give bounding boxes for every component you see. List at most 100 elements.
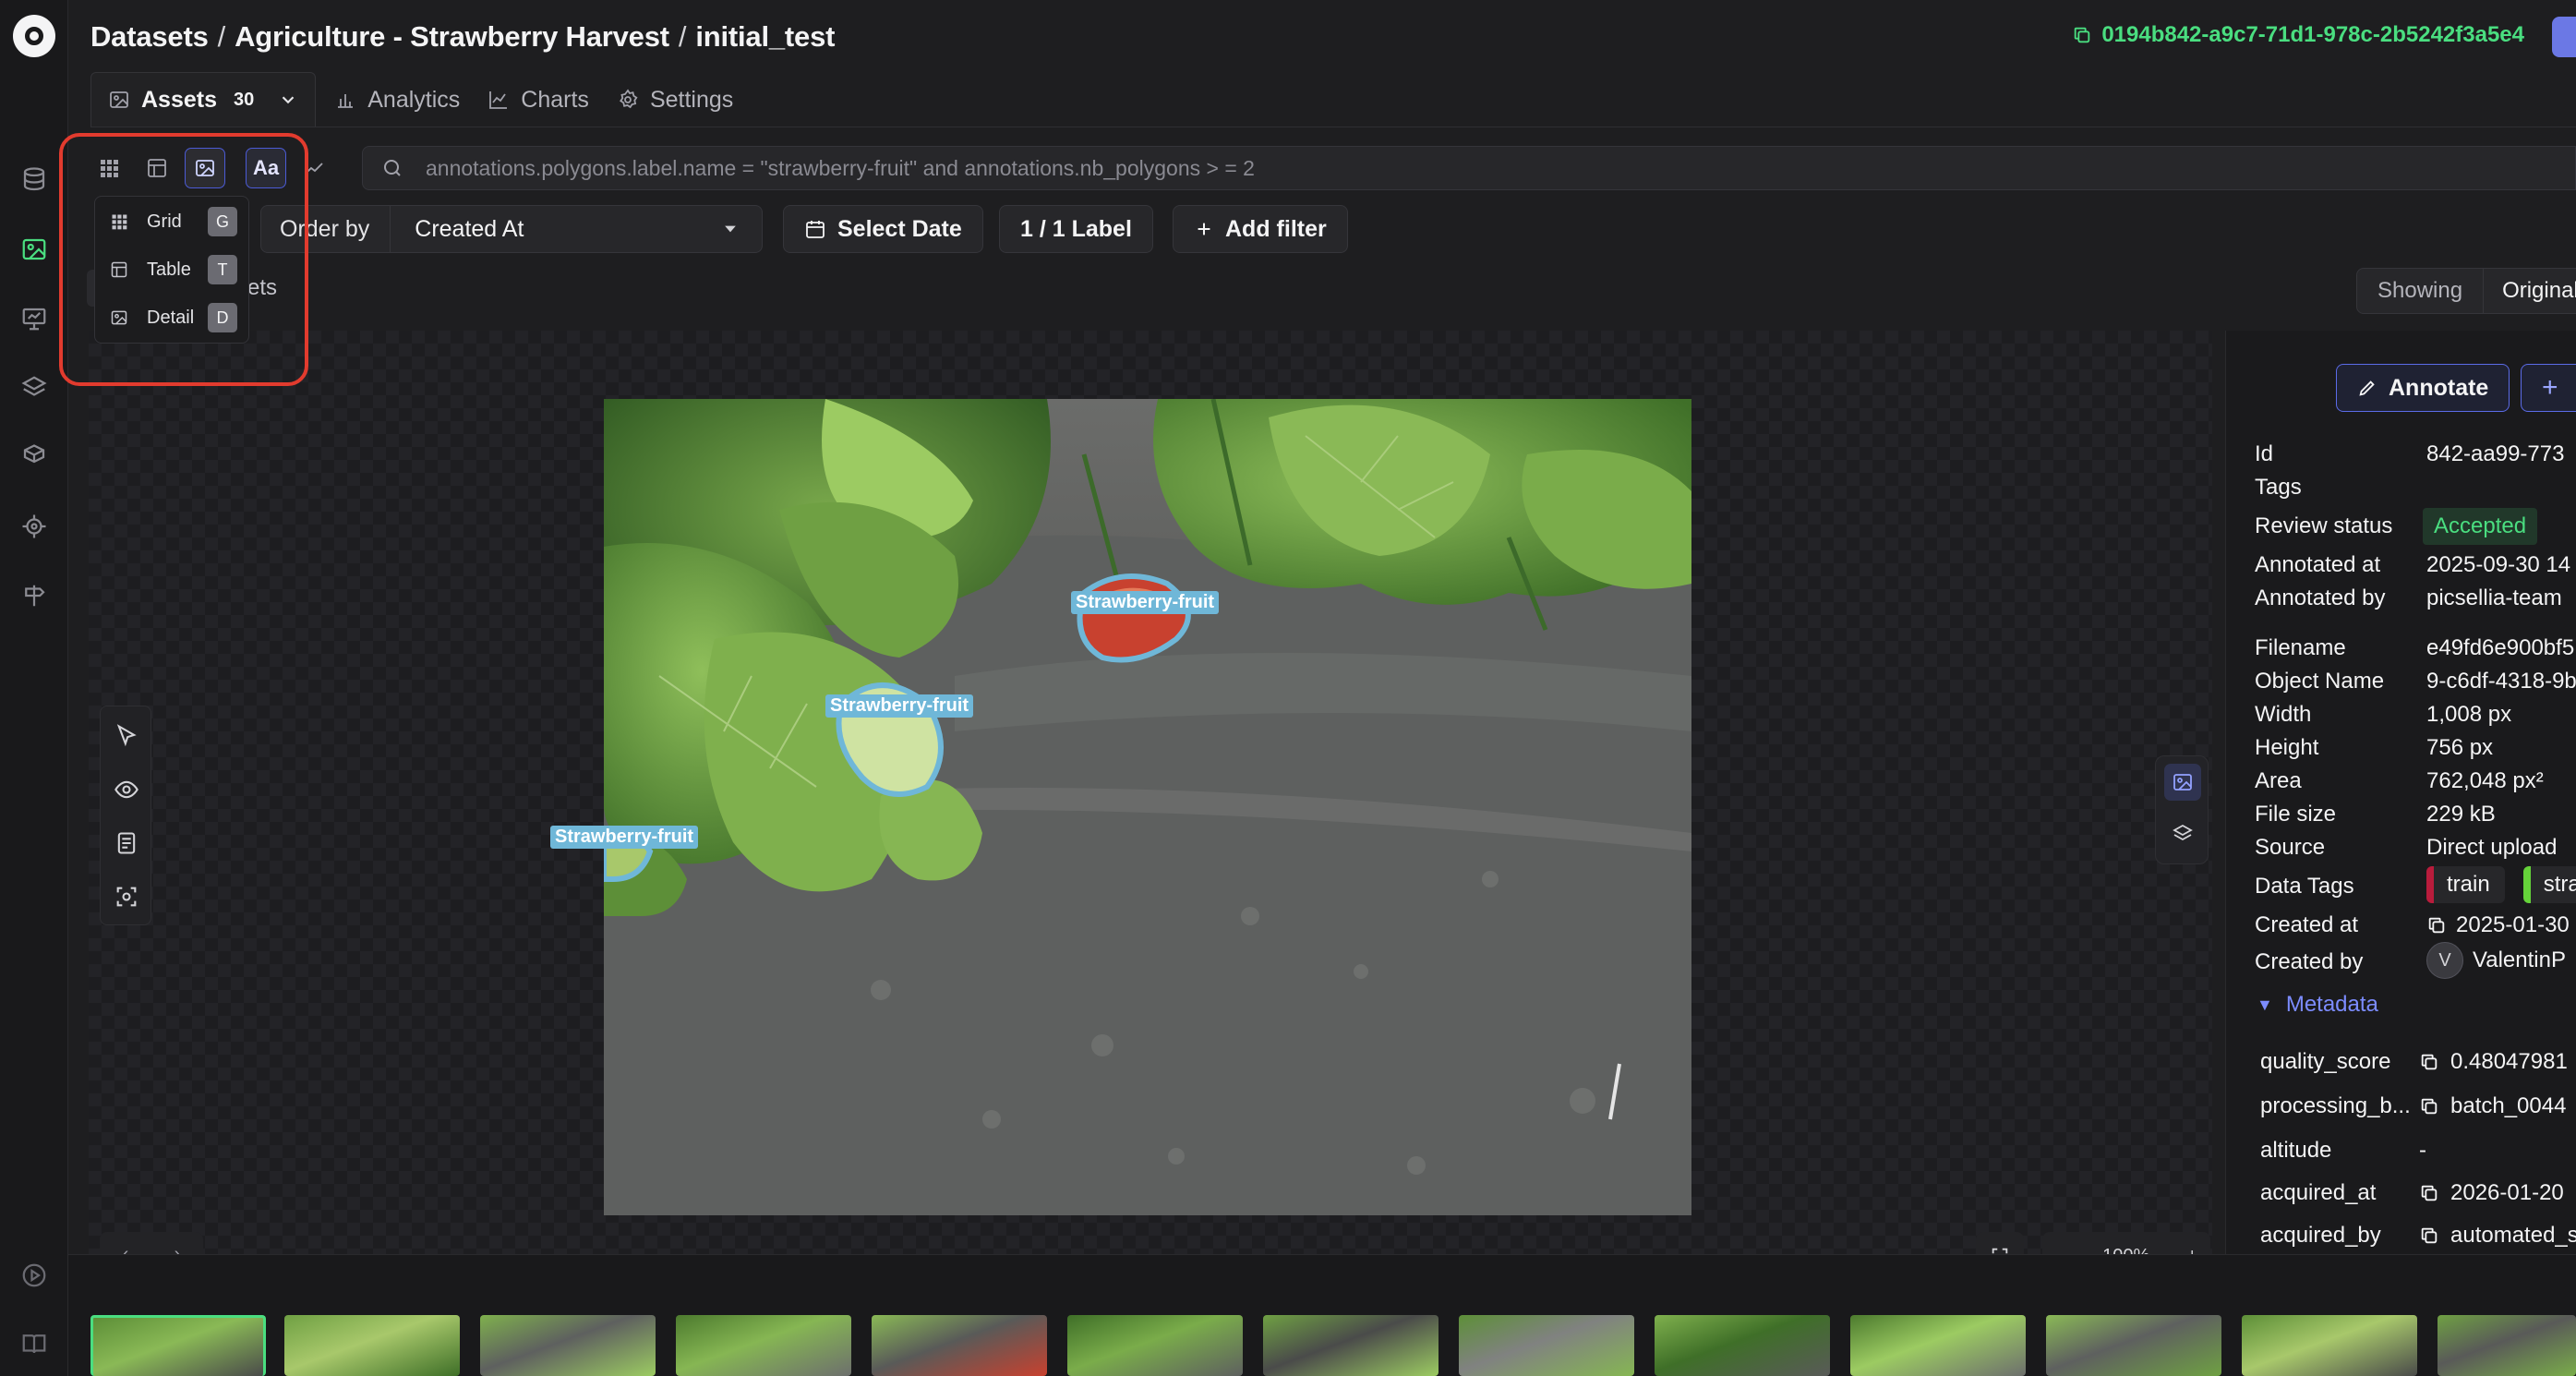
- asset-thumbnail[interactable]: [2438, 1315, 2576, 1376]
- search-bar[interactable]: [362, 146, 2576, 190]
- image-icon[interactable]: [20, 235, 48, 263]
- menu-item-detail[interactable]: Detail D: [110, 296, 245, 339]
- dataset-id[interactable]: 0194b842-a9c7-71d1-978c-2b5242f3a5e4: [2072, 22, 2524, 48]
- review-status-value: Accepted: [2423, 508, 2538, 545]
- property-value: 2025-01-30: [2456, 912, 2570, 937]
- cursor-icon[interactable]: [114, 723, 139, 749]
- search-input[interactable]: [426, 155, 2457, 181]
- property-key: Created by: [2255, 949, 2364, 974]
- focus-icon[interactable]: [114, 884, 139, 910]
- image-layer-button[interactable]: [2164, 764, 2201, 801]
- asset-thumbnail[interactable]: [1655, 1315, 1830, 1376]
- asset-thumbnail[interactable]: [676, 1315, 851, 1376]
- property-key: Review status: [2255, 513, 2393, 538]
- asset-thumbnail[interactable]: [872, 1315, 1047, 1376]
- gear-icon: [619, 89, 638, 109]
- menu-item-table[interactable]: Table T: [110, 248, 245, 291]
- tag-chip[interactable]: stra: [2522, 866, 2576, 903]
- copy-icon[interactable]: [2426, 915, 2447, 935]
- tab-assets[interactable]: Assets 30: [90, 72, 317, 127]
- package-icon[interactable]: [20, 443, 48, 471]
- document-icon[interactable]: [114, 830, 139, 856]
- asset-thumbnail[interactable]: [90, 1315, 266, 1376]
- play-circle-icon[interactable]: [20, 1261, 48, 1289]
- annotation-label[interactable]: Strawberry-fruit: [550, 826, 699, 849]
- asset-thumbnail[interactable]: [480, 1315, 656, 1376]
- tab-label: Analytics: [367, 86, 461, 113]
- metadata-value-text: -: [2419, 1138, 2426, 1163]
- chart-view-button[interactable]: [294, 148, 334, 188]
- showing-value[interactable]: Original: [2484, 278, 2576, 304]
- asset-thumbnail[interactable]: [2046, 1315, 2221, 1376]
- copy-icon[interactable]: [2419, 1052, 2439, 1072]
- database-icon[interactable]: [20, 166, 48, 194]
- presentation-icon[interactable]: [20, 305, 48, 332]
- annotation-label[interactable]: Strawberry-fruit: [1071, 591, 1220, 614]
- property-value: 762,048 px²: [2426, 768, 2544, 793]
- breadcrumb-dataset[interactable]: Agriculture - Strawberry Harvest: [235, 20, 669, 53]
- add-filter-label: Add filter: [1225, 215, 1327, 242]
- asset-thumbnail[interactable]: [1263, 1315, 1438, 1376]
- eye-icon[interactable]: [114, 777, 139, 803]
- label-filter-button[interactable]: 1 / 1 Label: [999, 205, 1153, 253]
- copy-icon[interactable]: [2419, 1225, 2439, 1246]
- property-value: 1,008 px: [2426, 702, 2512, 727]
- annotation-label[interactable]: Strawberry-fruit: [825, 694, 974, 718]
- grid-icon: [101, 160, 118, 177]
- chevron-down-icon[interactable]: [278, 90, 298, 110]
- cpu-icon[interactable]: [20, 513, 48, 540]
- asset-thumbnail[interactable]: [2242, 1315, 2417, 1376]
- menu-item-grid[interactable]: Grid G: [110, 200, 245, 243]
- annotate-button[interactable]: Annotate: [2336, 364, 2510, 412]
- tab-charts[interactable]: Charts: [488, 87, 589, 114]
- property-key: Width: [2255, 702, 2312, 727]
- tab-settings[interactable]: Settings: [617, 87, 733, 114]
- tab-analytics[interactable]: Analytics: [334, 87, 460, 114]
- property-value: 229 kB: [2426, 802, 2496, 827]
- app-logo[interactable]: [13, 15, 55, 57]
- plus-icon: [1198, 223, 1210, 235]
- tag-chip[interactable]: train: [2426, 866, 2505, 903]
- asset-thumbnail[interactable]: [1459, 1315, 1634, 1376]
- copy-icon[interactable]: [2419, 1096, 2439, 1116]
- text-toggle-button[interactable]: Aa: [246, 148, 286, 188]
- layers-icon[interactable]: [20, 374, 48, 402]
- top-right-action-button[interactable]: [2552, 17, 2576, 57]
- add-button[interactable]: +: [2521, 364, 2576, 412]
- book-icon[interactable]: [20, 1330, 48, 1358]
- asset-image[interactable]: [604, 399, 1691, 1215]
- breadcrumb-datasets[interactable]: Datasets: [90, 20, 209, 53]
- metadata-toggle[interactable]: ▼ Metadata: [2257, 992, 2378, 1018]
- copy-icon[interactable]: [2419, 1183, 2439, 1203]
- property-key: Object Name: [2255, 669, 2385, 694]
- detail-view-button[interactable]: [185, 148, 225, 188]
- shortcut-key: T: [208, 255, 237, 284]
- asset-count: 30: [234, 89, 255, 110]
- add-filter-button[interactable]: Add filter: [1173, 205, 1348, 253]
- tab-label: Charts: [521, 86, 589, 113]
- layers-button[interactable]: [2164, 815, 2201, 852]
- data-tags: train stra: [2426, 866, 2576, 903]
- viewer-side-tools: [2155, 755, 2209, 864]
- signpost-icon[interactable]: [20, 582, 48, 610]
- metadata-key: acquired_by: [2260, 1223, 2381, 1248]
- copy-icon[interactable]: [2072, 25, 2092, 45]
- strawberry-photo: [604, 399, 1691, 1215]
- breadcrumb: Datasets / Agriculture - Strawberry Harves…: [90, 20, 835, 54]
- metadata-key: acquired_at: [2260, 1180, 2377, 1205]
- showing-toggle[interactable]: Showing Original: [2356, 268, 2576, 314]
- order-by-select[interactable]: Order by Created At: [260, 205, 763, 253]
- metadata-title: Metadata: [2285, 992, 2378, 1017]
- created-by-value: V ValentinP: [2426, 942, 2566, 979]
- bar-chart-icon: [338, 94, 354, 108]
- table-icon: [148, 159, 166, 177]
- select-date-button[interactable]: Select Date: [783, 205, 983, 253]
- grid-view-button[interactable]: [89, 148, 129, 188]
- search-icon: [384, 160, 401, 176]
- asset-thumbnail[interactable]: [1067, 1315, 1243, 1376]
- asset-thumbnail[interactable]: [1850, 1315, 2026, 1376]
- showing-label: Showing: [2357, 269, 2485, 313]
- table-view-button[interactable]: [137, 148, 177, 188]
- asset-thumbnail[interactable]: [284, 1315, 460, 1376]
- left-rail: [0, 0, 68, 1376]
